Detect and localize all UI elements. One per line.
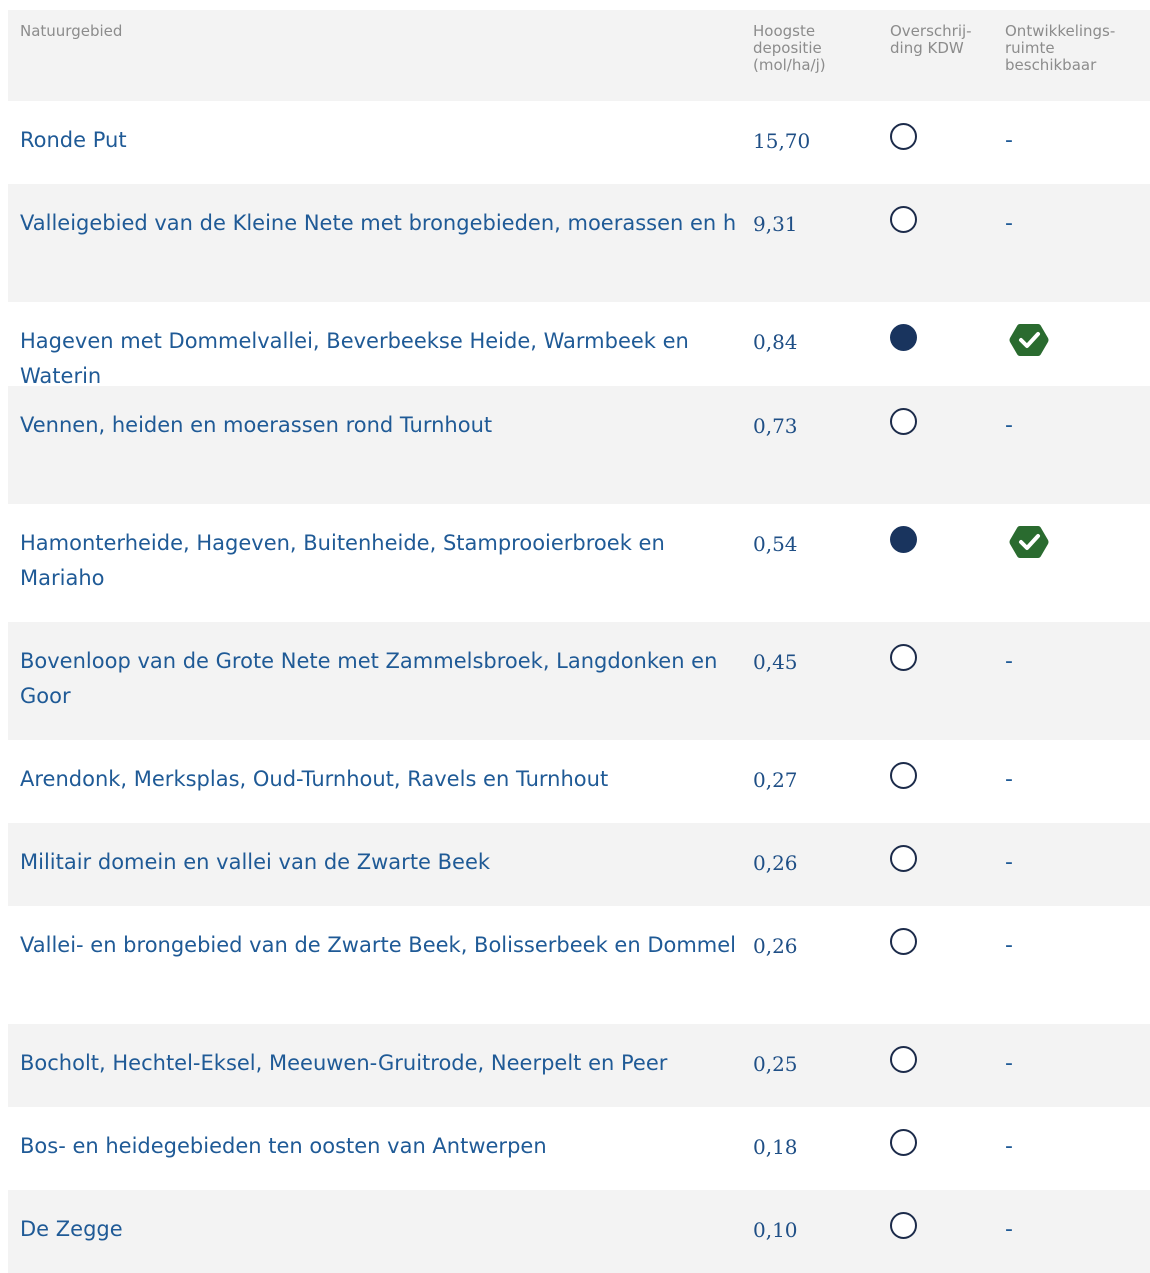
kdw-cell — [890, 622, 1005, 671]
check-badge-icon — [1009, 526, 1049, 558]
natuurgebied-name[interactable]: De Zegge — [8, 1190, 753, 1247]
natuurgebieden-table: Natuurgebied Hoogste depositie (mol/ha/j… — [8, 10, 1150, 1273]
deposition-value: 0,18 — [753, 1135, 798, 1159]
kdw-cell — [890, 302, 1005, 351]
kdw-cell — [890, 1107, 1005, 1156]
natuurgebied-name[interactable]: Bocholt, Hechtel-Eksel, Meeuwen-Gruitrod… — [8, 1024, 753, 1081]
empty-circle-icon — [890, 928, 917, 955]
ontwikkelingsruimte-cell: - — [1005, 1190, 1150, 1247]
table-row[interactable]: Vallei- en brongebied van de Zwarte Beek… — [8, 906, 1150, 1024]
filled-circle-icon — [890, 526, 917, 553]
deposition-value: 0,45 — [753, 650, 798, 674]
deposition-value: 0,84 — [753, 330, 798, 354]
empty-circle-icon — [890, 845, 917, 872]
table-row[interactable]: Hamonterheide, Hageven, Buitenheide, Sta… — [8, 504, 1150, 622]
ontwikkelingsruimte-cell: - — [1005, 1107, 1150, 1164]
deposition-value: 0,27 — [753, 768, 798, 792]
natuurgebied-name[interactable]: Valleigebied van de Kleine Nete met bron… — [8, 184, 753, 241]
ontwikkelingsruimte-cell: - — [1005, 386, 1150, 443]
natuurgebied-name[interactable]: Hageven met Dommelvallei, Beverbeekse He… — [8, 302, 753, 394]
kdw-cell — [890, 184, 1005, 233]
empty-circle-icon — [890, 408, 917, 435]
no-space-dash: - — [1005, 1051, 1013, 1076]
deposition-value: 0,10 — [753, 1218, 798, 1242]
natuurgebied-name[interactable]: Bos- en heidegebieden ten oosten van Ant… — [8, 1107, 753, 1164]
table-row[interactable]: Valleigebied van de Kleine Nete met bron… — [8, 184, 1150, 302]
kdw-cell — [890, 823, 1005, 872]
table-row[interactable]: De Zegge 0,10 - — [8, 1190, 1150, 1273]
table-row[interactable]: Bovenloop van de Grote Nete met Zammelsb… — [8, 622, 1150, 740]
empty-circle-icon — [890, 1046, 917, 1073]
ontwikkelingsruimte-cell: - — [1005, 622, 1150, 679]
no-space-dash: - — [1005, 211, 1013, 236]
natuurgebied-name[interactable]: Vennen, heiden en moerassen rond Turnhou… — [8, 386, 753, 443]
empty-circle-icon — [890, 123, 917, 150]
header-hoogste-depositie: Hoogste depositie (mol/ha/j) — [753, 22, 826, 74]
table-row[interactable]: Arendonk, Merksplas, Oud-Turnhout, Ravel… — [8, 740, 1150, 823]
no-space-dash: - — [1005, 413, 1013, 438]
no-space-dash: - — [1005, 933, 1013, 958]
ontwikkelingsruimte-cell: - — [1005, 184, 1150, 241]
table-row[interactable]: Vennen, heiden en moerassen rond Turnhou… — [8, 386, 1150, 504]
deposition-value: 0,26 — [753, 851, 798, 875]
deposition-value: 0,26 — [753, 934, 798, 958]
kdw-cell — [890, 504, 1005, 553]
natuurgebied-name[interactable]: Militair domein en vallei van de Zwarte … — [8, 823, 753, 880]
kdw-cell — [890, 740, 1005, 789]
kdw-cell — [890, 1190, 1005, 1239]
empty-circle-icon — [890, 644, 917, 671]
no-space-dash: - — [1005, 128, 1013, 153]
no-space-dash: - — [1005, 649, 1013, 674]
ontwikkelingsruimte-cell: - — [1005, 906, 1150, 963]
kdw-cell — [890, 1024, 1005, 1073]
table-row[interactable]: Militair domein en vallei van de Zwarte … — [8, 823, 1150, 906]
header-overschrijding-kdw: Overschrij- ding KDW — [890, 22, 972, 57]
table-body: Ronde Put 15,70 - Valleigebied van de Klein… — [8, 101, 1150, 1273]
deposition-value: 15,70 — [753, 129, 811, 153]
table-row[interactable]: Hageven met Dommelvallei, Beverbeekse He… — [8, 302, 1150, 388]
no-space-dash: - — [1005, 850, 1013, 875]
table-row[interactable]: Bos- en heidegebieden ten oosten van Ant… — [8, 1107, 1150, 1190]
deposition-value: 0,25 — [753, 1052, 798, 1076]
empty-circle-icon — [890, 1212, 917, 1239]
table-row[interactable]: Bocholt, Hechtel-Eksel, Meeuwen-Gruitrod… — [8, 1024, 1150, 1107]
no-space-dash: - — [1005, 1134, 1013, 1159]
ontwikkelingsruimte-cell — [1005, 504, 1150, 560]
ontwikkelingsruimte-cell: - — [1005, 823, 1150, 880]
natuurgebied-name[interactable]: Ronde Put — [8, 101, 753, 158]
deposition-value: 0,54 — [753, 532, 798, 556]
table-row[interactable]: Ronde Put 15,70 - — [8, 101, 1150, 184]
deposition-value: 9,31 — [753, 212, 798, 236]
ontwikkelingsruimte-cell: - — [1005, 1024, 1150, 1081]
ontwikkelingsruimte-cell — [1005, 302, 1150, 358]
header-ontwikkelingsruimte: Ontwikkelings- ruimte beschikbaar — [1005, 22, 1116, 74]
kdw-cell — [890, 906, 1005, 955]
kdw-cell — [890, 101, 1005, 150]
empty-circle-icon — [890, 762, 917, 789]
no-space-dash: - — [1005, 1217, 1013, 1242]
filled-circle-icon — [890, 324, 917, 351]
no-space-dash: - — [1005, 767, 1013, 792]
kdw-cell — [890, 386, 1005, 435]
empty-circle-icon — [890, 206, 917, 233]
natuurgebied-name[interactable]: Vallei- en brongebied van de Zwarte Beek… — [8, 906, 753, 963]
natuurgebied-name[interactable]: Bovenloop van de Grote Nete met Zammelsb… — [8, 622, 753, 714]
natuurgebied-name[interactable]: Hamonterheide, Hageven, Buitenheide, Sta… — [8, 504, 753, 596]
check-badge-icon — [1009, 324, 1049, 356]
empty-circle-icon — [890, 1129, 917, 1156]
ontwikkelingsruimte-cell: - — [1005, 101, 1150, 158]
deposition-value: 0,73 — [753, 414, 798, 438]
table-header: Natuurgebied Hoogste depositie (mol/ha/j… — [8, 10, 1150, 101]
natuurgebied-name[interactable]: Arendonk, Merksplas, Oud-Turnhout, Ravel… — [8, 740, 753, 797]
header-natuurgebied: Natuurgebied — [20, 22, 123, 40]
ontwikkelingsruimte-cell: - — [1005, 740, 1150, 797]
